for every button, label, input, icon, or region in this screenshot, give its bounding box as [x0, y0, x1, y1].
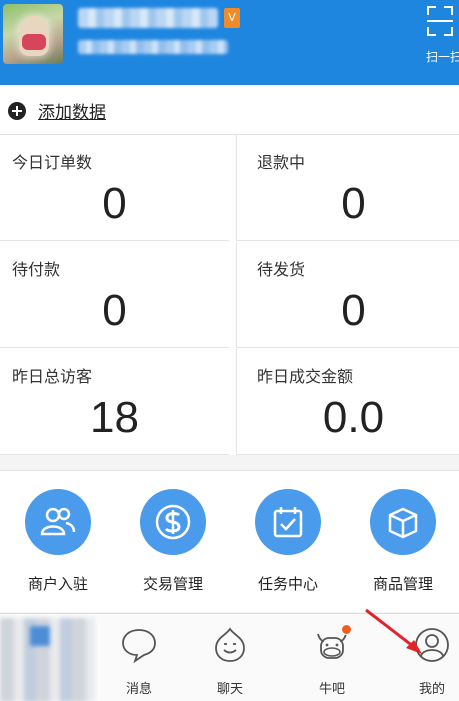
scan-button[interactable]: 扫一扫: [420, 2, 459, 72]
scan-label: 扫一扫: [426, 50, 459, 64]
user-icon: [415, 628, 449, 662]
product-management-button[interactable]: 商品管理: [347, 485, 459, 605]
shop-name-blurred: [78, 8, 218, 28]
stat-yesterday-revenue[interactable]: 昨日成交金额 0.0: [236, 349, 459, 455]
stat-today-orders[interactable]: 今日订单数 0: [0, 135, 229, 241]
add-data-bar[interactable]: 添加数据: [0, 85, 459, 135]
stat-value: 0: [341, 286, 366, 335]
add-data-link[interactable]: 添加数据: [38, 98, 106, 123]
stat-label: 待发货: [257, 260, 306, 279]
stat-yesterday-visitors[interactable]: 昨日总访客 18: [0, 349, 229, 455]
nav-label: 牛吧: [318, 682, 345, 697]
stat-value: 0: [102, 179, 127, 228]
nav-label: 聊天: [216, 682, 243, 697]
stat-label: 今日订单数: [12, 153, 93, 172]
chat-icon: [215, 627, 245, 662]
calendar-check-icon: [255, 489, 321, 555]
stats-grid: 今日订单数 0 退款中 0 待付款 0 待发货 0 昨日总访客 18 昨日成交金…: [0, 135, 459, 455]
stat-label: 待付款: [12, 260, 61, 279]
nav-chat[interactable]: 聊天: [195, 622, 265, 698]
stat-value: 18: [90, 393, 139, 442]
stat-refunding[interactable]: 退款中 0: [236, 135, 459, 241]
stat-pending-shipment[interactable]: 待发货 0: [236, 242, 459, 348]
function-label: 任务中心: [257, 575, 318, 593]
stat-value: 0.0: [322, 393, 385, 442]
function-label: 交易管理: [142, 575, 203, 593]
scan-icon: [427, 6, 453, 36]
app-screen: V 扫一扫 添加数据 今日订单数 0 退款中 0 待付款 0 待发货 0 昨日总…: [0, 0, 459, 701]
bottom-nav: 消息 聊天 牛吧 我的: [0, 613, 459, 701]
users-icon: [25, 489, 91, 555]
profile-header: V 扫一扫: [0, 0, 459, 85]
stat-label: 昨日成交金额: [257, 367, 354, 386]
avatar[interactable]: [3, 4, 63, 64]
stat-value: 0: [341, 179, 366, 228]
function-label: 商户入驻: [27, 575, 88, 593]
message-icon: [122, 629, 156, 664]
trade-management-button[interactable]: 交易管理: [117, 485, 229, 605]
function-label: 商品管理: [372, 575, 433, 593]
dollar-icon: [140, 489, 206, 555]
nav-label: 消息: [125, 682, 152, 697]
nav-niuba[interactable]: 牛吧: [297, 622, 367, 698]
nav-home-blurred[interactable]: [0, 618, 95, 701]
account-info-blurred: [78, 40, 228, 54]
stat-value: 0: [102, 286, 127, 335]
box-icon: [370, 489, 436, 555]
stat-label: 昨日总访客: [12, 367, 93, 386]
task-center-button[interactable]: 任务中心: [232, 485, 344, 605]
vip-badge: V: [224, 8, 240, 28]
stat-label: 退款中: [257, 153, 306, 172]
merchant-entry-button[interactable]: 商户入驻: [2, 485, 114, 605]
nav-mine[interactable]: 我的: [397, 622, 459, 698]
notification-dot: [341, 624, 352, 635]
nav-label: 我的: [418, 682, 445, 697]
nav-messages[interactable]: 消息: [104, 622, 174, 698]
plus-circle-icon: [8, 102, 26, 120]
stat-pending-payment[interactable]: 待付款 0: [0, 242, 229, 348]
function-grid: 商户入驻 交易管理 任务中心 商品管理: [0, 470, 459, 612]
